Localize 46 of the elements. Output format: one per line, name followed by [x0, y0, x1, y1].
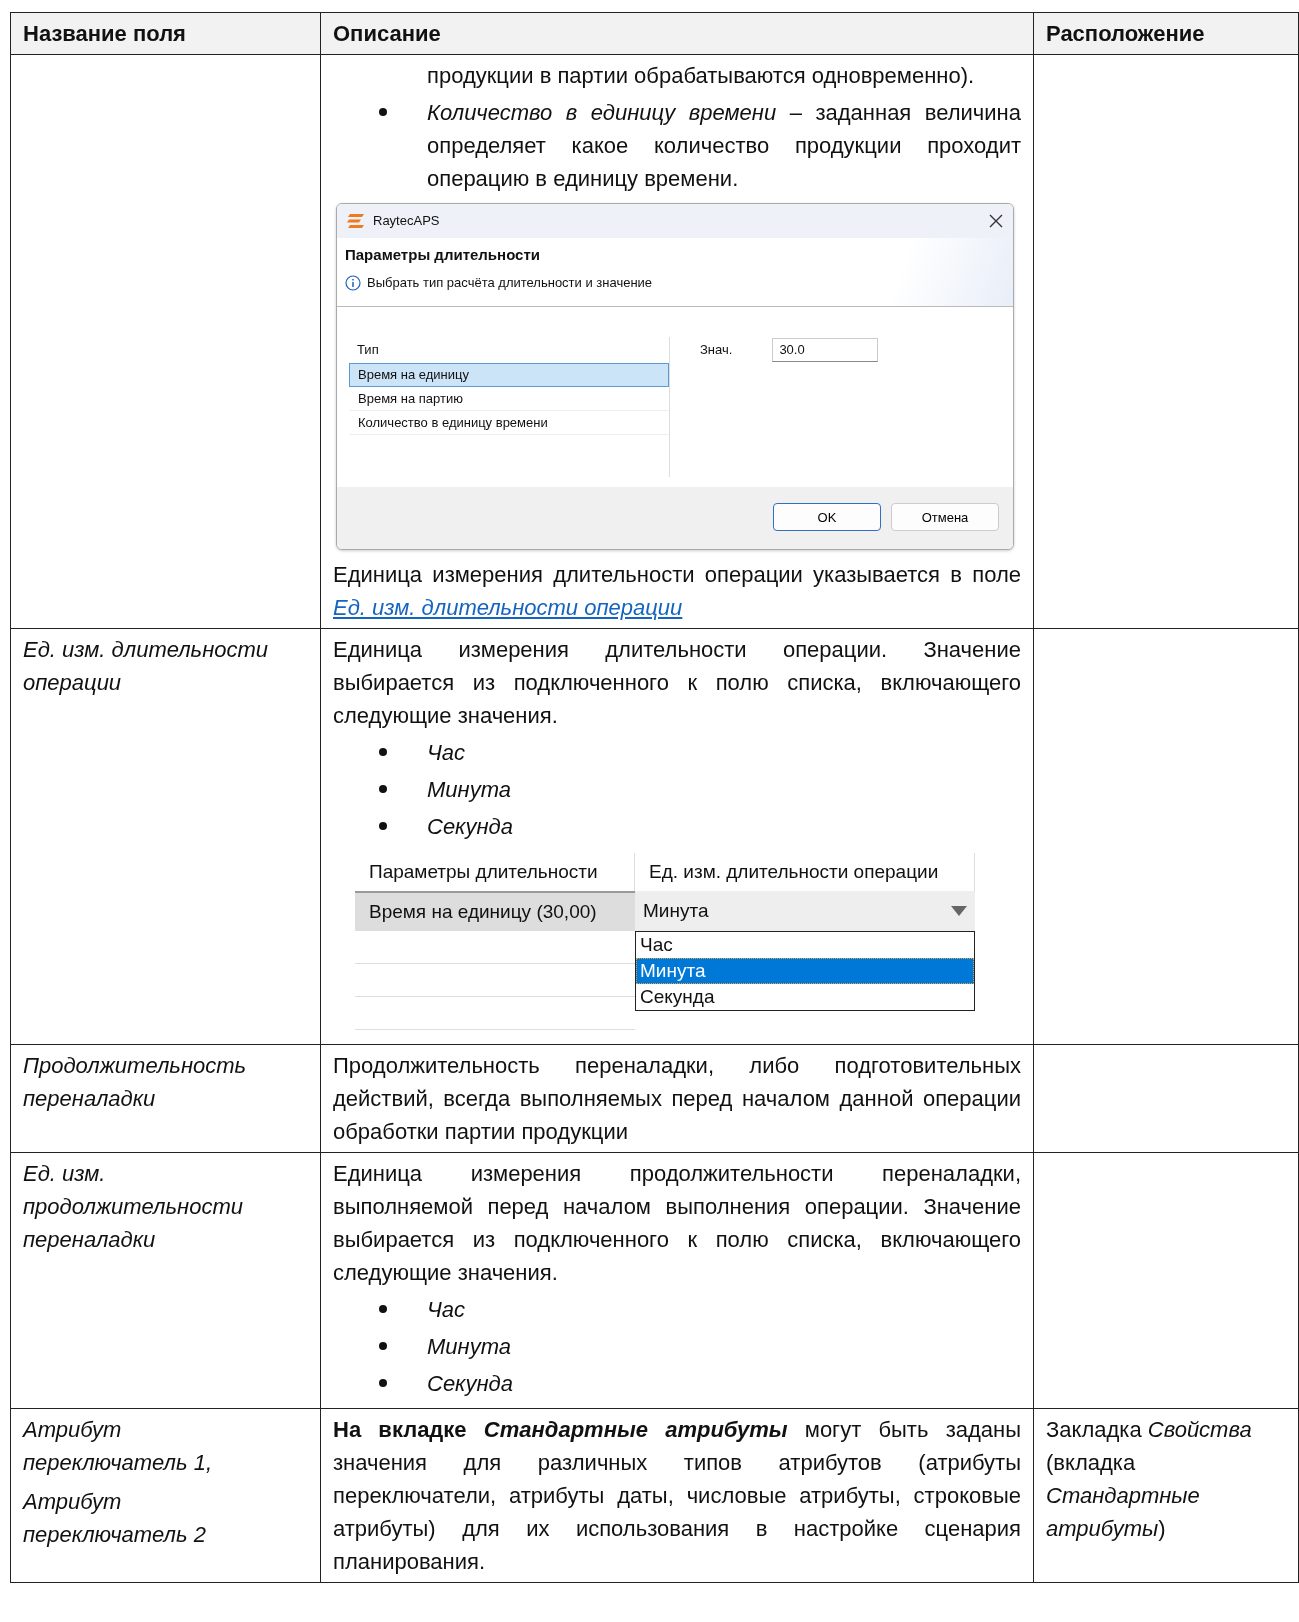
cancel-button[interactable]: Отмена	[891, 503, 999, 531]
bullet-icon	[379, 785, 387, 793]
list-item-text: Минута	[427, 776, 512, 804]
unit-dropdown[interactable]: Минута	[635, 891, 975, 931]
bullet-icon	[379, 748, 387, 756]
list-item-text: Час	[427, 739, 467, 767]
bullet-icon	[379, 108, 387, 116]
column-header: Название поля	[10, 12, 321, 55]
grid-cell: Время на единицу (30,00)	[355, 891, 635, 931]
bullet-icon	[379, 1379, 387, 1387]
location-text: Закладка Свойства (вкладка Стандартные атрибуты)	[1046, 1416, 1253, 1543]
list-item-text: Секунда	[427, 813, 514, 841]
info-text: Выбрать тип расчёта длительности и значение	[367, 274, 653, 292]
value-label: Знач.	[700, 341, 733, 359]
info-icon	[345, 275, 361, 291]
column-header: Расположение	[1033, 12, 1299, 55]
column-header: Описание	[320, 12, 1034, 55]
dropdown-option[interactable]: Минута	[636, 958, 974, 984]
list-item-text: Секунда	[427, 1370, 514, 1398]
list-item-text: Минута	[427, 1333, 512, 1361]
description-text: Единица измерения длительности операции. Значение выбирается из подключенного к полю списка, включающего следующие значения.	[333, 636, 1021, 730]
bullet-icon	[379, 1305, 387, 1313]
field-name: Ед. изм. длительности операции	[23, 636, 270, 697]
list-item-text: Количество в единицу времени – заданная величина определяет какое количество продукции проходит операцию в единицу времени.	[427, 99, 1021, 193]
description-text: На вкладке Стандартные атрибуты могут быть заданы значения для различных типов атрибутов (атрибуты переключатели, атрибуты даты, числовые атрибуты, строковые атрибуты) для их использования в настройке сценария планирования.	[333, 1416, 1021, 1576]
field-name: Ед. изм. продолжительности переналадки	[23, 1160, 244, 1254]
caret-icon	[951, 906, 967, 916]
app-title: RaytecAPS	[373, 212, 441, 230]
field-link[interactable]: Ед. изм. длительности операции	[333, 595, 683, 620]
list-item-text: Час	[427, 1296, 467, 1324]
type-option[interactable]: Время на единицу	[349, 363, 669, 387]
bullet-icon	[379, 822, 387, 830]
description-text: Единица измерения продолжительности переналадки, выполняемой перед началом выполнения операции. Значение выбирается из подключенного к полю списка, включающего следующие значения.	[333, 1160, 1021, 1287]
bullet-icon	[379, 1342, 387, 1350]
close-icon[interactable]	[989, 214, 1003, 228]
dialog-heading: Параметры длительности	[345, 246, 541, 264]
value-field[interactable]: 30.0	[772, 338, 879, 362]
app-logo-icon	[347, 213, 365, 229]
field-name: Атрибут переключатель 1,	[23, 1416, 214, 1477]
description-text: Единица измерения длительности операции указывается в поле Ед. изм. длительности операции	[333, 561, 1021, 622]
description-text: Продолжительность переналадки, либо подготовительных действий, всегда выполняемых перед началом данной операции обработки партии продукции	[333, 1052, 1021, 1146]
ok-button[interactable]: OK	[773, 503, 881, 531]
description-text: продукции в партии обрабатываются одновременно).	[426, 62, 976, 90]
list-header: Тип	[356, 341, 380, 359]
field-name: Атрибут переключатель 2	[23, 1488, 207, 1549]
field-name: Продолжительность переналадки	[23, 1052, 248, 1113]
